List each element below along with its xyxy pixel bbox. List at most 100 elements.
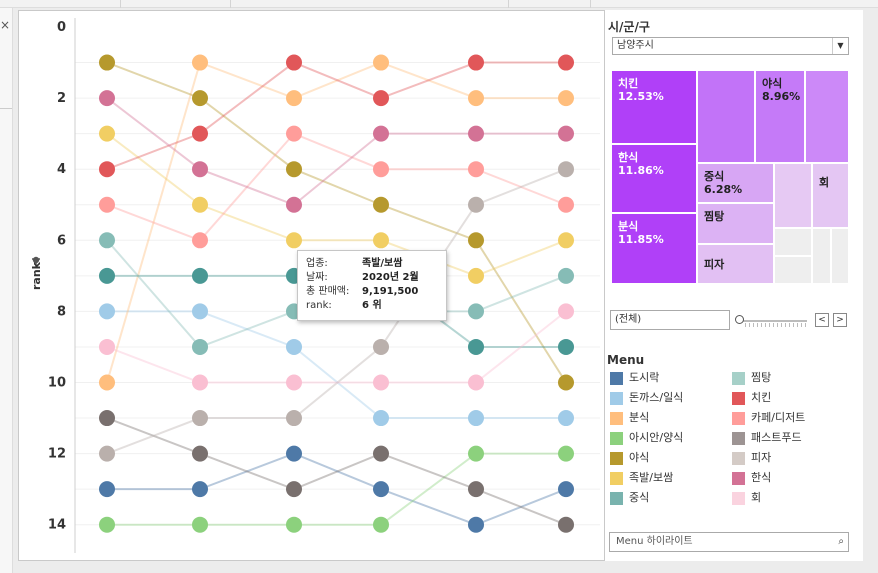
data-point[interactable] <box>468 445 484 462</box>
data-point[interactable] <box>286 196 302 213</box>
data-point[interactable] <box>558 90 574 107</box>
date-slider-handle[interactable] <box>735 315 744 324</box>
data-point[interactable] <box>192 374 208 391</box>
data-point[interactable] <box>286 516 302 533</box>
data-point[interactable] <box>286 232 302 249</box>
data-point[interactable] <box>99 374 115 391</box>
treemap-cell[interactable] <box>697 70 755 163</box>
series-line[interactable] <box>106 61 566 171</box>
menu-highlight-search[interactable]: Menu 하이라이트 ⌕ <box>609 532 849 552</box>
data-point[interactable] <box>286 445 302 462</box>
data-point[interactable] <box>468 374 484 391</box>
data-point[interactable] <box>192 303 208 320</box>
data-point[interactable] <box>99 196 115 213</box>
treemap-cell-sashimi[interactable]: 회 <box>812 163 849 228</box>
data-point[interactable] <box>558 125 574 142</box>
data-point[interactable] <box>286 410 302 427</box>
data-point[interactable] <box>192 196 208 213</box>
search-icon[interactable]: ⌕ <box>838 533 844 551</box>
data-point[interactable] <box>192 338 208 355</box>
data-point[interactable] <box>558 374 574 391</box>
treemap-cell-stew[interactable]: 찜탕 <box>697 203 774 244</box>
data-point[interactable] <box>99 410 115 427</box>
data-point[interactable] <box>468 125 484 142</box>
data-point[interactable] <box>373 374 389 391</box>
data-point[interactable] <box>99 481 115 498</box>
data-point[interactable] <box>468 267 484 284</box>
data-point[interactable] <box>192 232 208 249</box>
data-point[interactable] <box>373 410 389 427</box>
data-point[interactable] <box>99 125 115 142</box>
series-line[interactable] <box>106 61 566 383</box>
data-point[interactable] <box>192 481 208 498</box>
treemap-cell[interactable] <box>774 228 812 256</box>
data-point[interactable] <box>373 232 389 249</box>
data-point[interactable] <box>468 54 484 71</box>
treemap-cell[interactable] <box>831 228 849 284</box>
treemap-cell[interactable] <box>774 256 812 284</box>
data-point[interactable] <box>99 232 115 249</box>
data-point[interactable] <box>99 267 115 284</box>
data-point[interactable] <box>286 90 302 107</box>
data-point[interactable] <box>373 338 389 355</box>
data-point[interactable] <box>558 338 574 355</box>
data-point[interactable] <box>558 516 574 533</box>
data-point[interactable] <box>558 481 574 498</box>
date-range-filter[interactable]: (전체) <box>610 310 730 330</box>
data-point[interactable] <box>192 161 208 178</box>
treemap-cell[interactable] <box>774 163 812 228</box>
data-point[interactable] <box>192 445 208 462</box>
date-slider-track[interactable] <box>740 320 807 322</box>
data-point[interactable] <box>286 374 302 391</box>
treemap-cell[interactable] <box>805 70 849 163</box>
treemap-cell-pizza[interactable]: 피자 <box>697 244 774 284</box>
treemap-cell-late-night[interactable]: 야식 8.96% <box>755 70 805 163</box>
data-point[interactable] <box>286 338 302 355</box>
data-point[interactable] <box>286 54 302 71</box>
data-point[interactable] <box>286 161 302 178</box>
chevron-down-icon[interactable]: ▼ <box>832 38 848 54</box>
data-point[interactable] <box>99 90 115 107</box>
data-point[interactable] <box>558 410 574 427</box>
data-point[interactable] <box>468 481 484 498</box>
data-point[interactable] <box>468 90 484 107</box>
prev-button[interactable]: < <box>815 313 829 327</box>
data-point[interactable] <box>558 232 574 249</box>
data-point[interactable] <box>99 445 115 462</box>
data-point[interactable] <box>373 516 389 533</box>
treemap-cell-chicken[interactable]: 치킨 12.53% <box>611 70 697 144</box>
data-point[interactable] <box>99 54 115 71</box>
data-point[interactable] <box>373 196 389 213</box>
data-point[interactable] <box>286 481 302 498</box>
data-point[interactable] <box>468 303 484 320</box>
data-point[interactable] <box>468 196 484 213</box>
data-point[interactable] <box>373 125 389 142</box>
treemap-cell[interactable] <box>812 228 831 284</box>
data-point[interactable] <box>558 267 574 284</box>
data-point[interactable] <box>558 445 574 462</box>
data-point[interactable] <box>373 481 389 498</box>
treemap-cell-chinese[interactable]: 중식 6.28% <box>697 163 774 203</box>
data-point[interactable] <box>192 267 208 284</box>
data-point[interactable] <box>468 161 484 178</box>
data-point[interactable] <box>99 161 115 178</box>
data-point[interactable] <box>558 196 574 213</box>
data-point[interactable] <box>192 125 208 142</box>
data-point[interactable] <box>192 516 208 533</box>
treemap-cell-korean[interactable]: 한식 11.86% <box>611 144 697 213</box>
data-point[interactable] <box>468 410 484 427</box>
data-point[interactable] <box>99 303 115 320</box>
series-line[interactable] <box>106 417 567 526</box>
data-point[interactable] <box>99 338 115 355</box>
data-point[interactable] <box>558 303 574 320</box>
data-point[interactable] <box>373 54 389 71</box>
data-point[interactable] <box>558 161 574 178</box>
region-dropdown[interactable]: 남양주시 ▼ <box>612 37 849 55</box>
data-point[interactable] <box>192 90 208 107</box>
series-line[interactable] <box>106 61 567 384</box>
next-button[interactable]: > <box>833 313 847 327</box>
data-point[interactable] <box>99 516 115 533</box>
data-point[interactable] <box>373 161 389 178</box>
data-point[interactable] <box>468 516 484 533</box>
data-point[interactable] <box>468 338 484 355</box>
